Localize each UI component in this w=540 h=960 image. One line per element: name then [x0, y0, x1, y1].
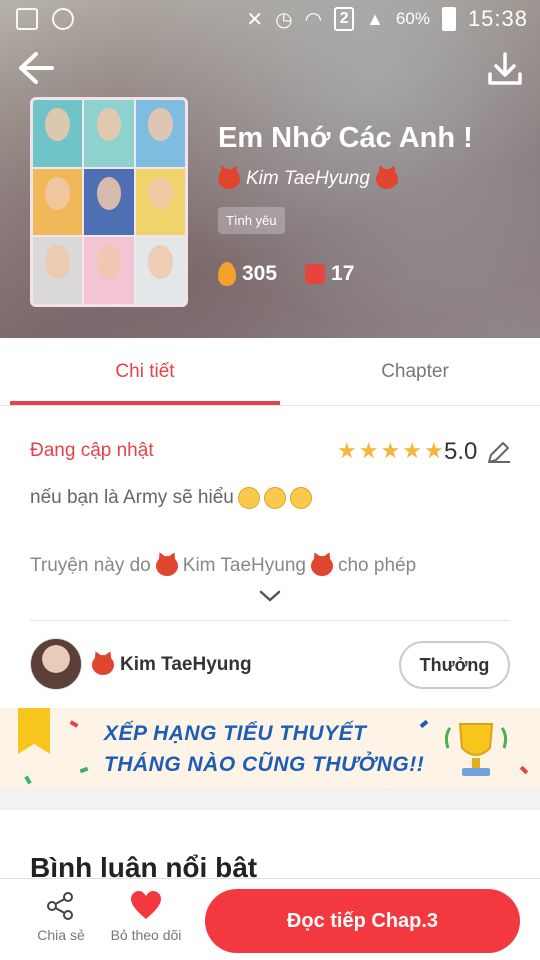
trophy-icon: [444, 723, 508, 776]
back-button[interactable]: [16, 50, 56, 86]
chevron-down-icon: [259, 590, 281, 602]
signal-icon: ▲: [366, 8, 384, 29]
banner-text: XẾP HẠNG TIỂU THUYẾT THÁNG NÀO CŨNG THƯỞ…: [104, 718, 424, 780]
star-icon: ★: [423, 438, 444, 463]
devil-emoji-icon: [310, 556, 333, 576]
star-icon: ★: [358, 438, 379, 463]
permission-note: Truyện này do Kim TaeHyung cho phép: [30, 555, 416, 577]
rating-stars: ★ ★ ★ ★ ★: [337, 440, 444, 462]
devil-emoji-icon: [218, 169, 240, 189]
bottom-action-bar: Chia sẻ Bỏ theo dõi Đọc tiếp Chap.3: [0, 878, 540, 960]
author-row: Kim TaeHyung Thưởng: [30, 638, 510, 692]
author-name: Kim TaeHyung: [120, 654, 252, 675]
tab-bar: Chi tiết Chapter: [0, 338, 540, 406]
author-name-block[interactable]: Kim TaeHyung: [92, 654, 252, 676]
ribbon-icon: [18, 708, 50, 754]
sim-icon: 2: [334, 7, 355, 31]
reward-button[interactable]: Thưởng: [399, 641, 510, 689]
likes-count: 17: [331, 262, 355, 285]
star-icon: ★: [380, 438, 401, 463]
book-stats: 305 17: [218, 262, 354, 286]
banner-line-2: THÁNG NÀO CŨNG THƯỞNG!!: [104, 753, 425, 776]
book-cover: [30, 97, 188, 307]
confetti-decoration: [519, 765, 529, 775]
gallery-icon: [16, 8, 38, 30]
heart-icon: [131, 891, 161, 919]
update-status: Đang cập nhật: [30, 440, 154, 461]
fire-icon: [218, 262, 236, 286]
tab-chapter[interactable]: Chapter: [280, 338, 540, 406]
battery-percent: 60%: [395, 9, 430, 28]
download-button[interactable]: [486, 50, 524, 88]
devil-emoji-icon: [155, 556, 178, 576]
follow-label: Bỏ theo dõi: [110, 927, 182, 943]
crying-emoji-icon: [237, 487, 260, 509]
confetti-decoration: [79, 766, 89, 774]
author-avatar[interactable]: [30, 638, 82, 690]
crying-emoji-icon: [289, 487, 312, 509]
description-text: nếu bạn là Army sẽ hiểu: [30, 487, 234, 508]
status-bar: ✕ ◷ ◠ 2 ▲ 60% 15:38: [0, 0, 540, 38]
fire-stat: 305: [218, 262, 277, 286]
section-separator: [0, 788, 540, 810]
download-icon: [488, 52, 522, 85]
permission-author: Kim TaeHyung: [182, 555, 306, 576]
book-header: ✕ ◷ ◠ 2 ▲ 60% 15:38 Em Nhớ Các Anh ! Kim…: [0, 0, 540, 338]
divider: [30, 620, 510, 621]
wifi-icon: ◠: [304, 8, 323, 31]
rating-value: 5.0: [444, 438, 478, 465]
edit-icon: [488, 442, 510, 463]
mute-icon: ✕: [246, 8, 264, 31]
permission-prefix: Truyện này do: [30, 555, 151, 576]
alarm-icon: ◷: [275, 8, 293, 31]
expand-description-button[interactable]: [258, 588, 282, 604]
likes-stat: 17: [305, 262, 354, 286]
star-icon: ★: [402, 438, 422, 463]
book-description: nếu bạn là Army sẽ hiểu: [30, 487, 312, 509]
unfollow-button[interactable]: Bỏ theo dõi: [104, 891, 188, 951]
book-title: Em Nhớ Các Anh !: [218, 122, 473, 154]
genre-tag[interactable]: Tình yêu: [218, 207, 285, 234]
share-label: Chia sẻ: [37, 927, 85, 943]
ranking-banner[interactable]: XẾP HẠNG TIỂU THUYẾT THÁNG NÀO CŨNG THƯỞ…: [0, 708, 540, 788]
battery-icon: [441, 7, 456, 31]
permission-suffix: cho phép: [337, 555, 417, 576]
notification-icon: [52, 8, 74, 30]
share-icon: [47, 892, 73, 920]
share-button[interactable]: Chia sẻ: [30, 891, 92, 951]
devil-emoji-icon: [92, 655, 114, 675]
confetti-decoration: [69, 720, 79, 728]
thumbs-up-icon: [305, 264, 326, 284]
tab-details[interactable]: Chi tiết: [10, 338, 280, 406]
devil-emoji-icon: [375, 169, 398, 189]
active-tab-indicator: [10, 401, 280, 405]
banner-line-1: XẾP HẠNG TIỂU THUYẾT: [104, 722, 367, 745]
confetti-decoration: [24, 775, 32, 785]
back-arrow-icon: [19, 52, 54, 84]
star-icon: ★: [337, 438, 357, 463]
header-author-name: Kim TaeHyung: [246, 168, 370, 189]
clock: 15:38: [467, 6, 528, 31]
crying-emoji-icon: [263, 487, 286, 509]
continue-reading-button[interactable]: Đọc tiếp Chap.3: [205, 889, 520, 953]
edit-rating-button[interactable]: [485, 440, 511, 466]
header-author[interactable]: Kim TaeHyung: [218, 168, 398, 190]
fire-count: 305: [242, 262, 278, 285]
